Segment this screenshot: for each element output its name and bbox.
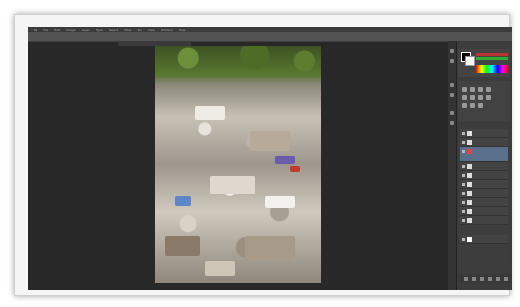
green-slider[interactable] <box>476 57 508 60</box>
adjustment-icon[interactable] <box>462 87 467 92</box>
layer-row[interactable] <box>460 189 508 198</box>
new-group-icon[interactable] <box>488 277 492 281</box>
adjustment-icon[interactable] <box>462 103 467 108</box>
panel-icon-strip <box>448 41 457 290</box>
menu-3d[interactable]: 3D <box>138 28 142 32</box>
layer-thumbnail <box>467 172 472 178</box>
options-bar <box>28 32 512 42</box>
layer-thumbnail <box>467 181 472 187</box>
eye-icon[interactable] <box>462 149 465 153</box>
color-spectrum[interactable] <box>476 65 508 73</box>
layer-row[interactable] <box>460 198 508 207</box>
adjustment-icon[interactable] <box>478 87 483 92</box>
photo-debris <box>195 106 225 120</box>
layer-row[interactable] <box>460 216 508 225</box>
delete-layer-icon[interactable] <box>504 277 508 281</box>
layer-row[interactable] <box>460 162 508 171</box>
color-panel <box>458 49 510 77</box>
layer-row-selected[interactable] <box>460 147 508 162</box>
add-mask-icon[interactable] <box>480 277 484 281</box>
layer-row[interactable] <box>460 180 508 189</box>
eye-icon[interactable] <box>462 164 465 168</box>
menu-edit[interactable]: Edit <box>54 28 60 32</box>
eye-icon[interactable] <box>462 182 465 186</box>
menu-view[interactable]: View <box>148 28 155 32</box>
photo-debris <box>245 236 295 260</box>
image-canvas[interactable] <box>155 46 321 283</box>
layer-row[interactable] <box>460 129 508 138</box>
layer-style-icon[interactable] <box>472 277 476 281</box>
photo-debris <box>165 236 200 256</box>
link-layers-icon[interactable] <box>464 277 468 281</box>
adjustment-icon[interactable] <box>478 95 483 100</box>
eye-icon[interactable] <box>462 200 465 204</box>
layers-panel <box>458 125 510 271</box>
layer-row[interactable] <box>460 171 508 180</box>
layer-thumbnail <box>467 190 472 196</box>
red-slider[interactable] <box>476 53 508 56</box>
eye-icon[interactable] <box>462 140 465 144</box>
panel-icon[interactable] <box>450 93 454 97</box>
layer-row[interactable] <box>460 207 508 216</box>
layer-thumbnail <box>467 130 472 136</box>
layer-thumbnail <box>467 236 472 242</box>
menu-window[interactable]: Window <box>161 28 173 32</box>
layer-thumbnail <box>467 217 472 223</box>
adjustments-panel <box>458 81 510 121</box>
menu-help[interactable]: Help <box>179 28 186 32</box>
layer-thumbnail <box>467 148 472 154</box>
photo-debris <box>175 196 191 206</box>
layer-thumbnail <box>467 208 472 214</box>
eye-icon[interactable] <box>462 209 465 213</box>
adjustment-icon[interactable] <box>478 103 483 108</box>
panel-icon[interactable] <box>450 49 454 53</box>
menu-select[interactable]: Select <box>109 28 118 32</box>
menu-file[interactable]: File <box>43 28 48 32</box>
eye-icon[interactable] <box>462 191 465 195</box>
layer-thumbnail <box>467 199 472 205</box>
panel-icon[interactable] <box>450 121 454 125</box>
layer-thumbnail <box>467 163 472 169</box>
background-color-swatch[interactable] <box>465 56 475 66</box>
photo-debris <box>290 166 300 172</box>
photo-debris <box>205 261 235 276</box>
menu-image[interactable]: Image <box>66 28 75 32</box>
photo-debris <box>275 156 295 164</box>
layer-row[interactable] <box>460 138 508 147</box>
adjustment-icon[interactable] <box>486 87 491 92</box>
new-layer-icon[interactable] <box>496 277 500 281</box>
layer-thumbnail <box>467 139 472 145</box>
adjustment-icon[interactable] <box>470 87 475 92</box>
photo-debris <box>265 196 295 208</box>
photo-trees-region <box>155 46 321 76</box>
eye-icon[interactable] <box>462 237 465 241</box>
eye-icon[interactable] <box>462 131 465 135</box>
photoshop-window: Ps File Edit Image Layer Type Select Fil… <box>28 27 512 290</box>
menu-layer[interactable]: Layer <box>82 28 90 32</box>
panel-icon[interactable] <box>450 83 454 87</box>
adjustment-icon[interactable] <box>486 95 491 100</box>
menu-filter[interactable]: Filter <box>124 28 131 32</box>
layers-panel-footer <box>458 275 510 283</box>
canvas-workspace[interactable] <box>28 46 448 290</box>
adjustment-icon[interactable] <box>470 95 475 100</box>
menu-type[interactable]: Type <box>96 28 103 32</box>
eye-icon[interactable] <box>462 218 465 222</box>
photo-debris <box>210 176 255 194</box>
adjustment-icon[interactable] <box>470 103 475 108</box>
eye-icon[interactable] <box>462 173 465 177</box>
menu-logo[interactable]: Ps <box>34 28 37 32</box>
panel-icon[interactable] <box>450 59 454 63</box>
photo-debris <box>250 131 290 151</box>
layer-row-background[interactable] <box>460 235 508 244</box>
panel-icon[interactable] <box>450 111 454 115</box>
adjustment-icon[interactable] <box>462 95 467 100</box>
